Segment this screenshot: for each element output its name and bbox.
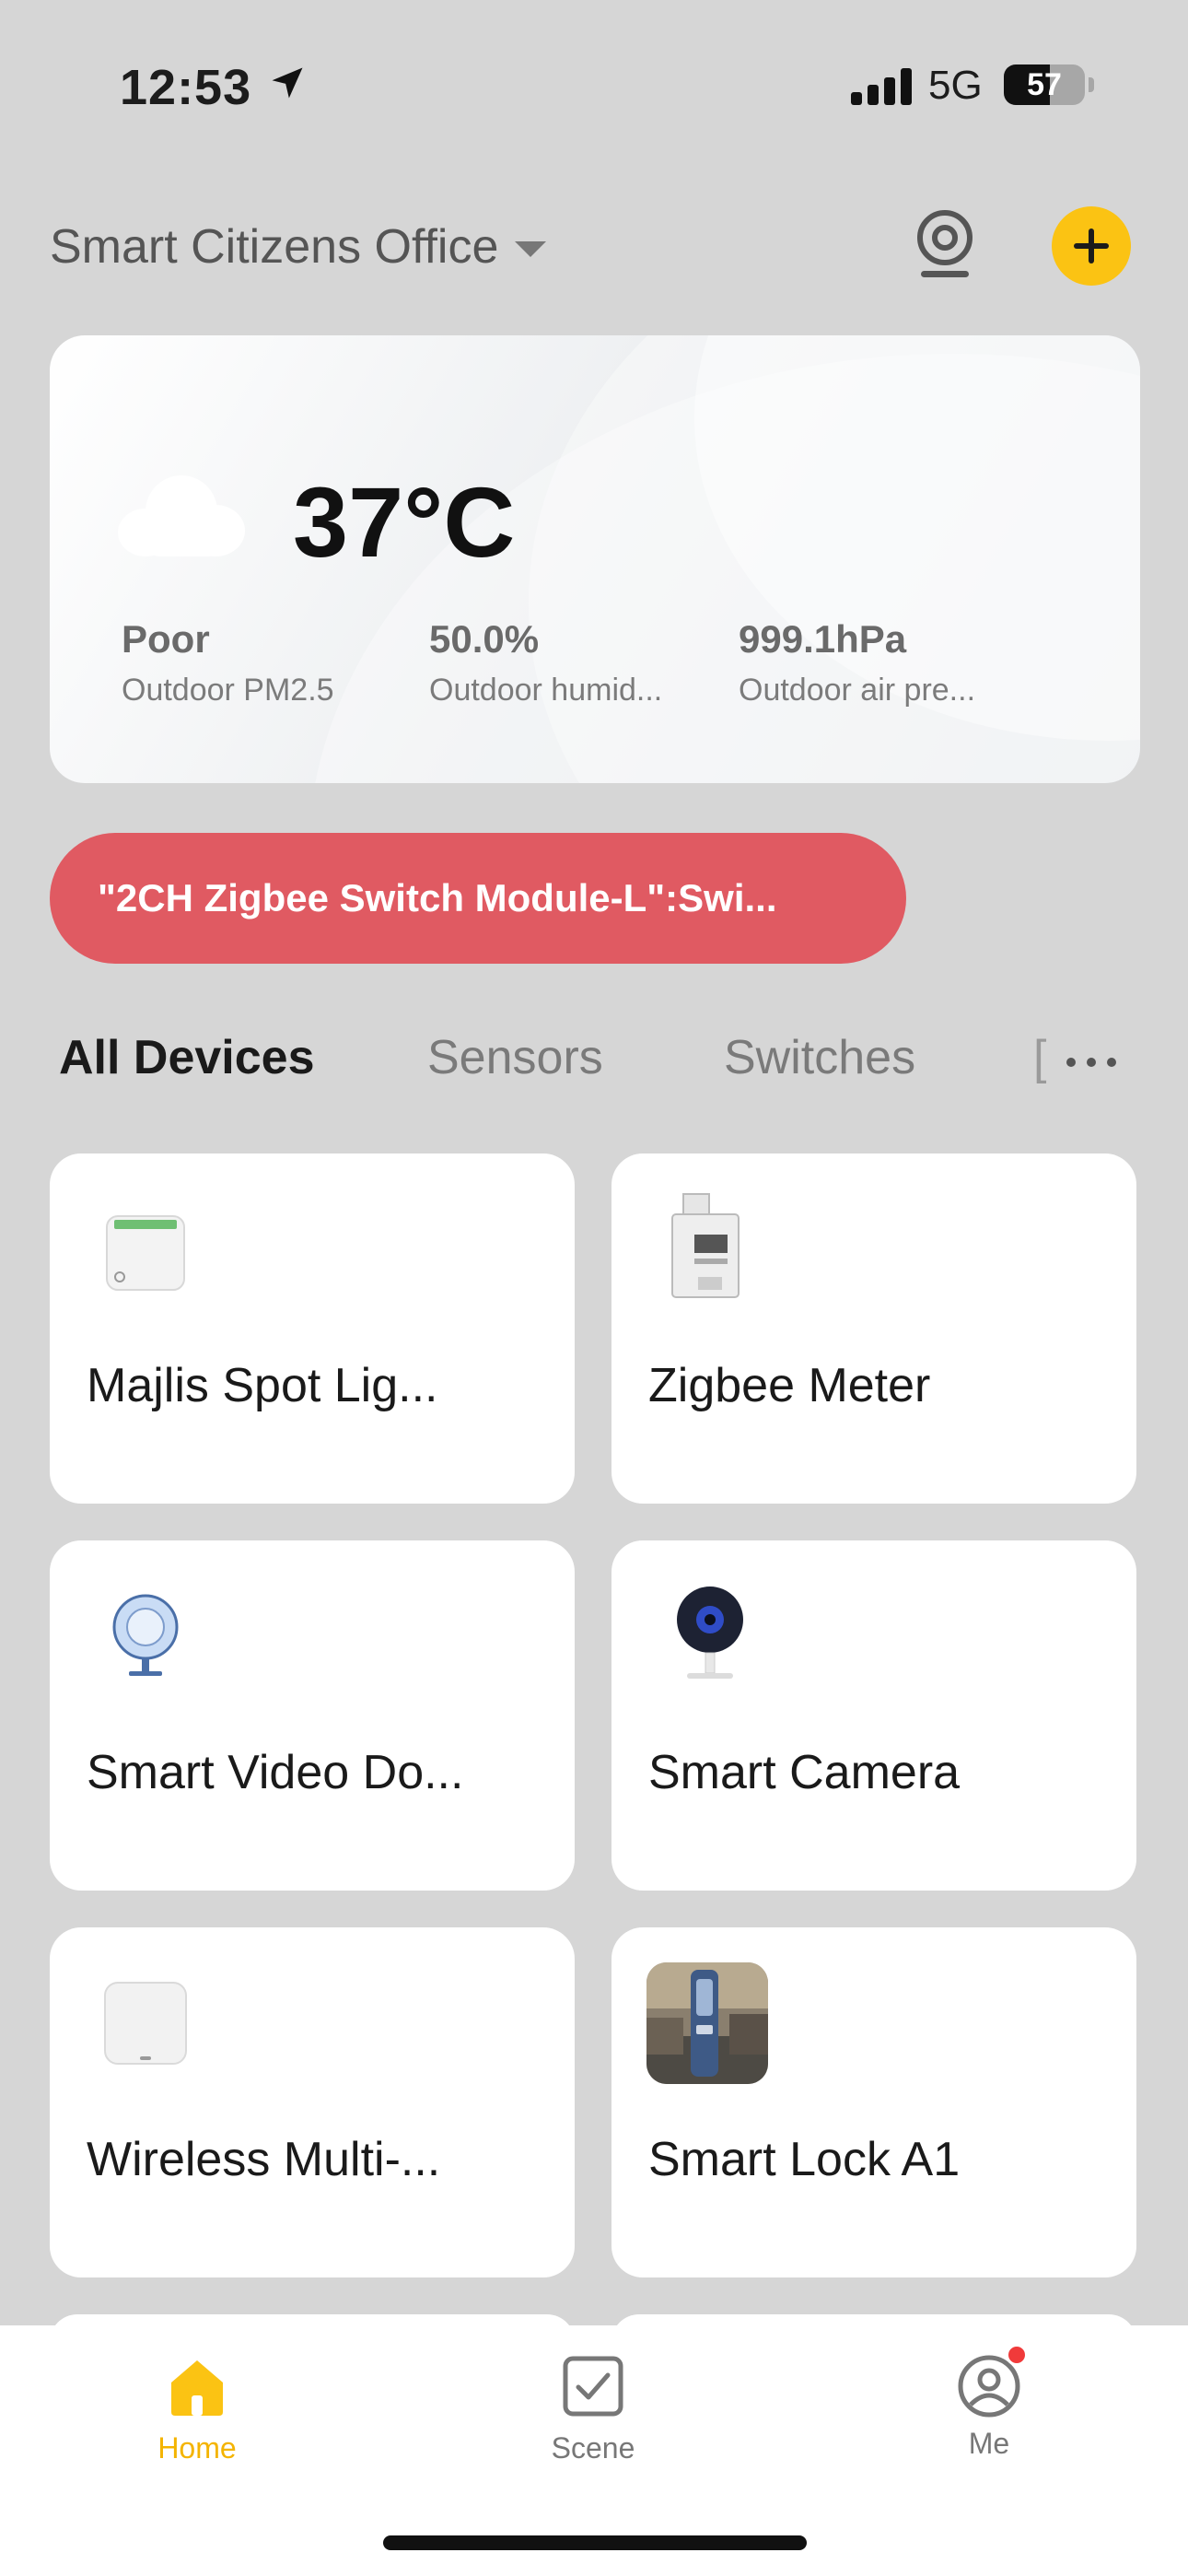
- home-name: Smart Citizens Office: [50, 220, 499, 274]
- device-card[interactable]: Smart Lock A1: [611, 1927, 1136, 2277]
- network-type: 5G: [928, 63, 983, 108]
- device-name: Smart Video Do...: [87, 1746, 464, 1799]
- camera-scan-icon[interactable]: [912, 206, 978, 282]
- metric-label: Outdoor air pre...: [739, 673, 976, 708]
- nav-home[interactable]: Home: [105, 2353, 289, 2465]
- nav-scene[interactable]: Scene: [501, 2353, 685, 2465]
- notification-dot: [1006, 2344, 1028, 2366]
- tab-sensors[interactable]: Sensors: [427, 1030, 603, 1085]
- camera-icon: [677, 1587, 743, 1679]
- metric-value: 50.0%: [429, 617, 540, 661]
- metric-pm25: Poor Outdoor PM2.5: [122, 617, 334, 708]
- device-name: Majlis Spot Lig...: [87, 1359, 438, 1412]
- tab-switches[interactable]: Switches: [724, 1030, 915, 1085]
- device-card[interactable]: Smart Video Do...: [50, 1540, 575, 1891]
- lock-photo-icon: [646, 1962, 768, 2084]
- metric-label: Outdoor humid...: [429, 673, 663, 708]
- alert-text: "2CH Zigbee Switch Module-L":Swi...: [98, 876, 777, 919]
- nav-label: Home: [157, 2431, 237, 2465]
- alert-banner[interactable]: "2CH Zigbee Switch Module-L":Swi...: [50, 833, 906, 964]
- device-card[interactable]: Smart Camera: [611, 1540, 1136, 1891]
- home-indicator: [383, 2535, 807, 2550]
- device-card[interactable]: Zigbee Meter: [611, 1153, 1136, 1504]
- home-selector[interactable]: Smart Citizens Office: [50, 219, 547, 275]
- battery-cap: [1089, 77, 1094, 92]
- metric-label: Outdoor PM2.5: [122, 673, 334, 708]
- nav-label: Scene: [551, 2431, 635, 2465]
- device-name: Smart Camera: [648, 1746, 961, 1799]
- din-meter-icon: [671, 1193, 740, 1298]
- metric-air-pressure: 999.1hPa Outdoor air pre...: [739, 617, 975, 708]
- temperature: 37°C: [293, 466, 516, 578]
- device-name: Smart Lock A1: [648, 2133, 961, 2186]
- video-doorbell-icon: [112, 1594, 179, 1676]
- device-tabs: All Devices Sensors Switches [: [0, 1030, 1188, 1096]
- device-name: Zigbee Meter: [648, 1359, 931, 1412]
- profile-icon-wrap: [956, 2344, 1028, 2419]
- caret-down-icon: [515, 240, 547, 257]
- switch-module-icon: [106, 1215, 185, 1291]
- device-name: Wireless Multi-...: [87, 2133, 441, 2186]
- battery-level: 57: [1027, 67, 1062, 102]
- scene-checkbox-icon: [563, 2356, 623, 2417]
- metric-humidity: 50.0% Outdoor humid...: [429, 617, 662, 708]
- device-card[interactable]: Wireless Multi-...: [50, 1927, 575, 2277]
- add-device-button[interactable]: [1052, 206, 1131, 286]
- status-bar: 12:53 5G 57: [0, 55, 1188, 120]
- metric-value: Poor: [122, 617, 210, 661]
- tab-partial[interactable]: [: [1033, 1030, 1046, 1085]
- nav-label: Me: [968, 2427, 1010, 2460]
- cloud-icon: [118, 474, 247, 556]
- home-icon: [171, 2360, 223, 2416]
- battery-icon: 57: [1004, 64, 1085, 105]
- cellular-signal-icon: [851, 68, 914, 105]
- location-arrow-icon: [272, 67, 303, 99]
- tab-all-devices[interactable]: All Devices: [59, 1030, 315, 1085]
- more-tabs-icon[interactable]: [1059, 1030, 1151, 1095]
- status-time: 12:53: [120, 60, 252, 115]
- nav-me[interactable]: Me: [897, 2344, 1081, 2461]
- device-card[interactable]: Majlis Spot Lig...: [50, 1153, 575, 1504]
- weather-card[interactable]: 37°C Poor Outdoor PM2.5 50.0% Outdoor hu…: [50, 335, 1140, 783]
- hub-icon: [104, 1982, 187, 2065]
- metric-value: 999.1hPa: [739, 617, 907, 661]
